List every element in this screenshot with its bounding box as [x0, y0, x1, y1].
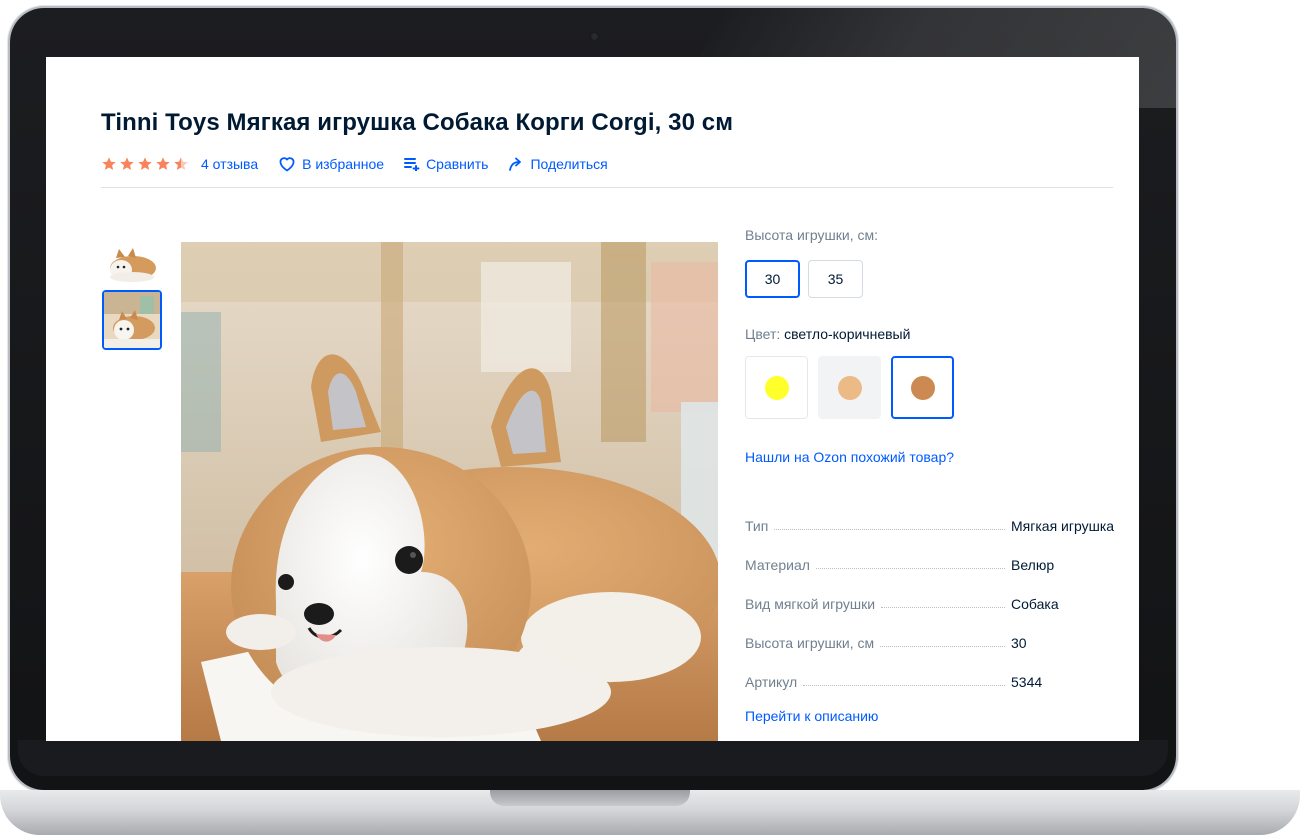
- spec-row: Тип Мягкая игрушка: [745, 495, 1125, 534]
- product-options-panel: Высота игрушки, см: 30 35 Цвет: светло-к…: [745, 227, 1125, 724]
- size-option-35[interactable]: 35: [808, 260, 863, 298]
- product-title: Tinni Toys Мягкая игрушка Собака Корги C…: [101, 109, 734, 136]
- rating-stars: [101, 156, 191, 172]
- compare-button[interactable]: Сравнить: [404, 156, 488, 172]
- color-dot: [837, 375, 862, 400]
- specs-list: Тип Мягкая игрушка Материал Велюр Вид мя…: [745, 495, 1125, 690]
- share-label: Поделиться: [530, 156, 608, 172]
- share-arrow-icon: [509, 157, 522, 171]
- thumbnail-2[interactable]: [102, 290, 162, 350]
- corgi-thumbnail-image: [102, 233, 162, 291]
- spec-row: Вид мягкой игрушки Собака: [745, 573, 1125, 612]
- reviews-link[interactable]: 4 отзыва: [201, 156, 258, 172]
- spec-row: Материал Велюр: [745, 534, 1125, 573]
- favorite-label: В избранное: [302, 156, 385, 172]
- spec-key: Высота игрушки, см: [745, 635, 875, 651]
- header-divider: [101, 187, 1113, 188]
- color-dot: [764, 375, 789, 400]
- color-label: Цвет:: [745, 326, 781, 342]
- color-options: [745, 356, 1125, 419]
- share-button[interactable]: Поделиться: [508, 156, 608, 172]
- spec-dots: [815, 568, 1005, 569]
- compare-label: Сравнить: [426, 156, 489, 172]
- star-icon: [102, 157, 116, 170]
- spec-dots: [803, 685, 1005, 686]
- product-page: Tinni Toys Мягкая игрушка Собака Корги C…: [46, 57, 1139, 741]
- laptop-notch: [490, 790, 690, 806]
- go-to-description-link[interactable]: Перейти к описанию: [745, 708, 1125, 724]
- color-option-yellow[interactable]: [745, 356, 808, 419]
- spec-key: Тип: [745, 518, 769, 534]
- spec-key: Материал: [745, 557, 810, 573]
- color-option-beige[interactable]: [818, 356, 881, 419]
- color-value: светло-коричневый: [784, 326, 911, 342]
- spec-value: Собака: [1011, 596, 1059, 612]
- star-icon: [138, 157, 152, 170]
- color-label-row: Цвет: светло-коричневый: [745, 326, 1125, 342]
- spec-key: Вид мягкой игрушки: [745, 596, 876, 612]
- webcam: [590, 32, 599, 41]
- star-icon: [120, 157, 134, 170]
- corgi-room-thumbnail-image: [104, 292, 160, 348]
- thumbnail-1[interactable]: [102, 233, 162, 291]
- compare-icon: [404, 158, 420, 171]
- spec-key: Артикул: [745, 674, 798, 690]
- spec-value: 30: [1011, 635, 1027, 651]
- size-option-30[interactable]: 30: [745, 260, 800, 298]
- spec-value: Велюр: [1011, 557, 1055, 573]
- spec-dots: [880, 646, 1005, 647]
- half-star-icon: [174, 157, 188, 170]
- product-main-image[interactable]: [181, 242, 718, 741]
- heart-icon: [279, 157, 295, 172]
- spec-dots: [881, 607, 1005, 608]
- color-option-light-brown[interactable]: [891, 356, 954, 419]
- color-dot: [910, 375, 935, 400]
- spec-dots: [774, 529, 1005, 530]
- spec-value: 5344: [1011, 674, 1043, 690]
- size-label: Высота игрушки, см:: [745, 227, 878, 243]
- spec-row: Артикул 5344: [745, 651, 1125, 690]
- laptop-chin: [18, 740, 1168, 776]
- corgi-plush-photo: [181, 242, 718, 741]
- product-meta-bar: 4 отзыва В избранное Сравнить Поделиться: [101, 153, 628, 175]
- spec-value: Мягкая игрушка: [1011, 518, 1115, 534]
- star-icon: [156, 157, 170, 170]
- favorite-button[interactable]: В избранное: [278, 156, 384, 172]
- size-options: 30 35: [745, 260, 1125, 298]
- similar-product-link[interactable]: Нашли на Ozon похожий товар?: [745, 449, 1125, 465]
- spec-row: Высота игрушки, см 30: [745, 612, 1125, 651]
